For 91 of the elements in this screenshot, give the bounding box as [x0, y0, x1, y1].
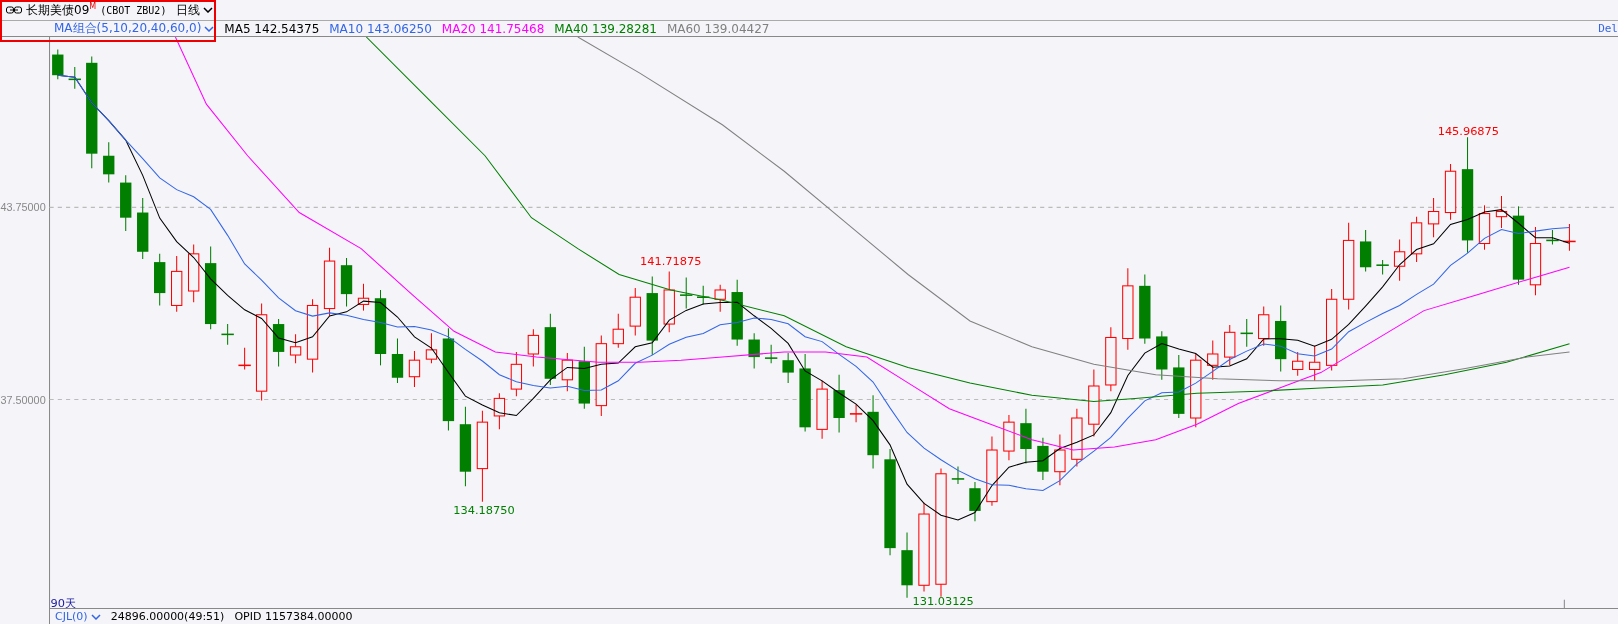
- candlestick: [969, 481, 981, 522]
- volume-reading: 24896.00000(49:51): [110, 610, 225, 623]
- candlestick: [171, 255, 183, 313]
- candlestick: [1224, 324, 1236, 366]
- price-label: 141.71875: [640, 254, 702, 269]
- candlestick: [696, 285, 711, 305]
- candlestick: [612, 313, 624, 349]
- candlestick: [137, 197, 149, 260]
- candlestick: [1478, 204, 1491, 251]
- candlestick: [986, 436, 998, 507]
- candlestick: [357, 283, 370, 312]
- candlestick: [764, 344, 779, 364]
- candlestick: [1275, 304, 1287, 373]
- candlestick: [833, 374, 845, 433]
- range-label: 90天: [50, 595, 76, 608]
- candlestick: [1410, 216, 1423, 263]
- ma-reading: MA10 143.06250: [329, 21, 432, 36]
- candlestick: [188, 244, 200, 303]
- candlestick: [1375, 259, 1390, 275]
- candlestick: [154, 253, 166, 306]
- candlestick: [663, 270, 675, 333]
- candlestick: [1139, 273, 1151, 345]
- candlestick: [289, 333, 302, 364]
- candlestick: [493, 392, 506, 430]
- contract-code: (CBOT ZBU2): [100, 4, 167, 16]
- candlestick: [1105, 326, 1117, 392]
- ma-reading: MA20 141.75468: [441, 21, 545, 36]
- candlestick: [1359, 229, 1372, 272]
- indicator-label: Del: [1598, 22, 1618, 35]
- candlestick: [849, 404, 864, 423]
- candlestick: [561, 352, 573, 392]
- candlestick: [1207, 340, 1219, 381]
- candlestick: [1427, 197, 1440, 238]
- caret-icon: [203, 7, 214, 13]
- ma-reading: MA60 139.04427: [666, 21, 770, 36]
- candlestick: [714, 284, 726, 313]
- candlestick: [1071, 408, 1083, 468]
- ma-reading: MA5 142.54375: [224, 21, 320, 36]
- candlestick: [748, 332, 760, 369]
- candlestick: [67, 66, 82, 90]
- candlestick: [391, 338, 404, 384]
- price-label: 134.18750: [453, 503, 515, 518]
- candlestick: [679, 277, 694, 310]
- candlestick: [1037, 437, 1049, 481]
- period-dropdown[interactable]: 日线: [176, 1, 214, 19]
- y-axis-label: 37.50000: [0, 393, 46, 406]
- candlestick: [120, 174, 132, 232]
- caret-icon: [204, 25, 215, 32]
- candlestick: [629, 287, 641, 336]
- candlestick: [1020, 408, 1032, 464]
- candlestick: [782, 352, 794, 384]
- candlestick: [1444, 163, 1457, 221]
- candlestick: [1258, 306, 1270, 347]
- candlestick: [272, 318, 285, 367]
- candlestick: [220, 323, 235, 346]
- caret-icon: [90, 613, 101, 620]
- candlestick: [52, 48, 64, 80]
- price-label: 131.03125: [912, 593, 974, 608]
- candlestick: [1088, 368, 1100, 438]
- price-label: 145.96875: [1437, 124, 1500, 139]
- link-icon[interactable]: [6, 6, 22, 14]
- candlestick: [1156, 330, 1168, 381]
- candlestick: [425, 332, 438, 364]
- contract-title: 长期美债09$^{M}$: [26, 1, 97, 19]
- candlestick: [408, 350, 421, 388]
- candlestick: [323, 247, 336, 317]
- candlestick: [1054, 434, 1066, 486]
- candlestick: [510, 351, 523, 397]
- candlestick: [103, 141, 115, 184]
- candlestick: [527, 328, 540, 367]
- candlestick: [237, 347, 252, 370]
- candlestick: [951, 466, 965, 485]
- candlestick: [731, 279, 743, 347]
- candlestick: [1239, 318, 1254, 348]
- candlestick: [816, 380, 828, 440]
- indicator-dropdown[interactable]: MA组合(5,10,20,40,60,0): [54, 20, 215, 37]
- ma-reading: MA40 139.28281: [554, 21, 657, 36]
- volume-indicator-dropdown[interactable]: CJL(0): [55, 610, 101, 623]
- y-axis-label: 43.75000: [0, 201, 46, 214]
- candlestick: [1003, 414, 1015, 461]
- candlestick: [1173, 354, 1185, 419]
- volume-reading: OPID 1157384.00000: [234, 610, 353, 623]
- candlestick: [578, 346, 590, 410]
- candlestick: [340, 257, 353, 307]
- candlestick: [1309, 345, 1321, 382]
- candlestick: [1529, 226, 1542, 296]
- candlestick: [1545, 229, 1560, 246]
- candlestick: [1495, 195, 1508, 229]
- candlestick: [901, 532, 913, 599]
- candlestick: [1292, 351, 1304, 377]
- candlestick: [1393, 238, 1406, 282]
